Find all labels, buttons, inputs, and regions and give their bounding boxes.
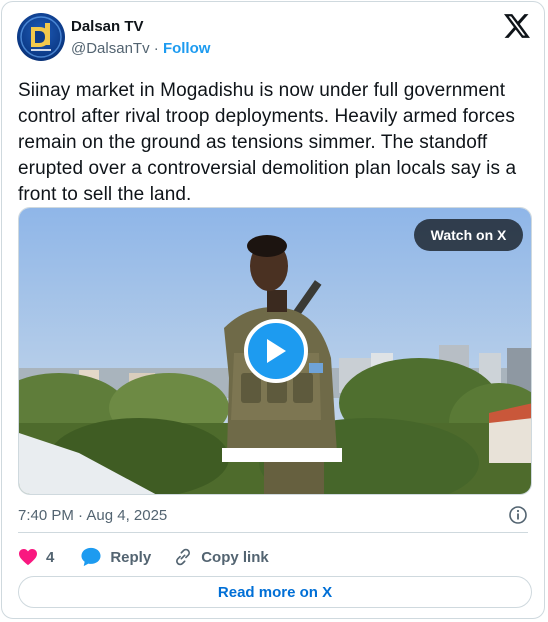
action-bar: 4 Reply Copy link [18, 543, 269, 571]
heart-icon [19, 548, 37, 566]
reply-bubble-icon [81, 547, 101, 567]
embedded-post-card: Dalsan TV @DalsanTv · Follow Siinay mark… [1, 1, 545, 619]
link-icon [176, 548, 191, 566]
post-text: Siinay market in Mogadishu is now under … [18, 80, 517, 205]
author-handle[interactable]: @DalsanTv [71, 40, 150, 57]
author-meta: @DalsanTv · Follow [71, 40, 210, 58]
info-icon[interactable] [508, 505, 528, 525]
author-name[interactable]: Dalsan TV [71, 18, 144, 36]
copy-link-label: Copy link [201, 548, 269, 566]
follow-button[interactable]: Follow [163, 40, 211, 57]
read-more-button[interactable]: Read more on X [18, 576, 532, 608]
copy-link-button[interactable]: Copy link [173, 547, 269, 567]
like-count: 4 [46, 548, 55, 566]
reply-label: Reply [110, 548, 152, 566]
like-button[interactable]: 4 [18, 548, 54, 566]
post-timestamp[interactable]: 7:40 PM · Aug 4, 2025 [18, 507, 167, 525]
meta-separator: · [153, 40, 159, 57]
avatar[interactable] [17, 13, 65, 61]
divider [18, 532, 528, 533]
dalsan-logo-icon [20, 16, 62, 58]
watch-on-x-button[interactable]: Watch on X [414, 219, 523, 251]
play-icon [267, 339, 286, 363]
play-button[interactable] [244, 319, 308, 383]
video-thumbnail[interactable]: Watch on X [18, 207, 532, 495]
reply-button[interactable]: Reply [80, 547, 151, 567]
x-logo-icon[interactable] [504, 14, 530, 38]
